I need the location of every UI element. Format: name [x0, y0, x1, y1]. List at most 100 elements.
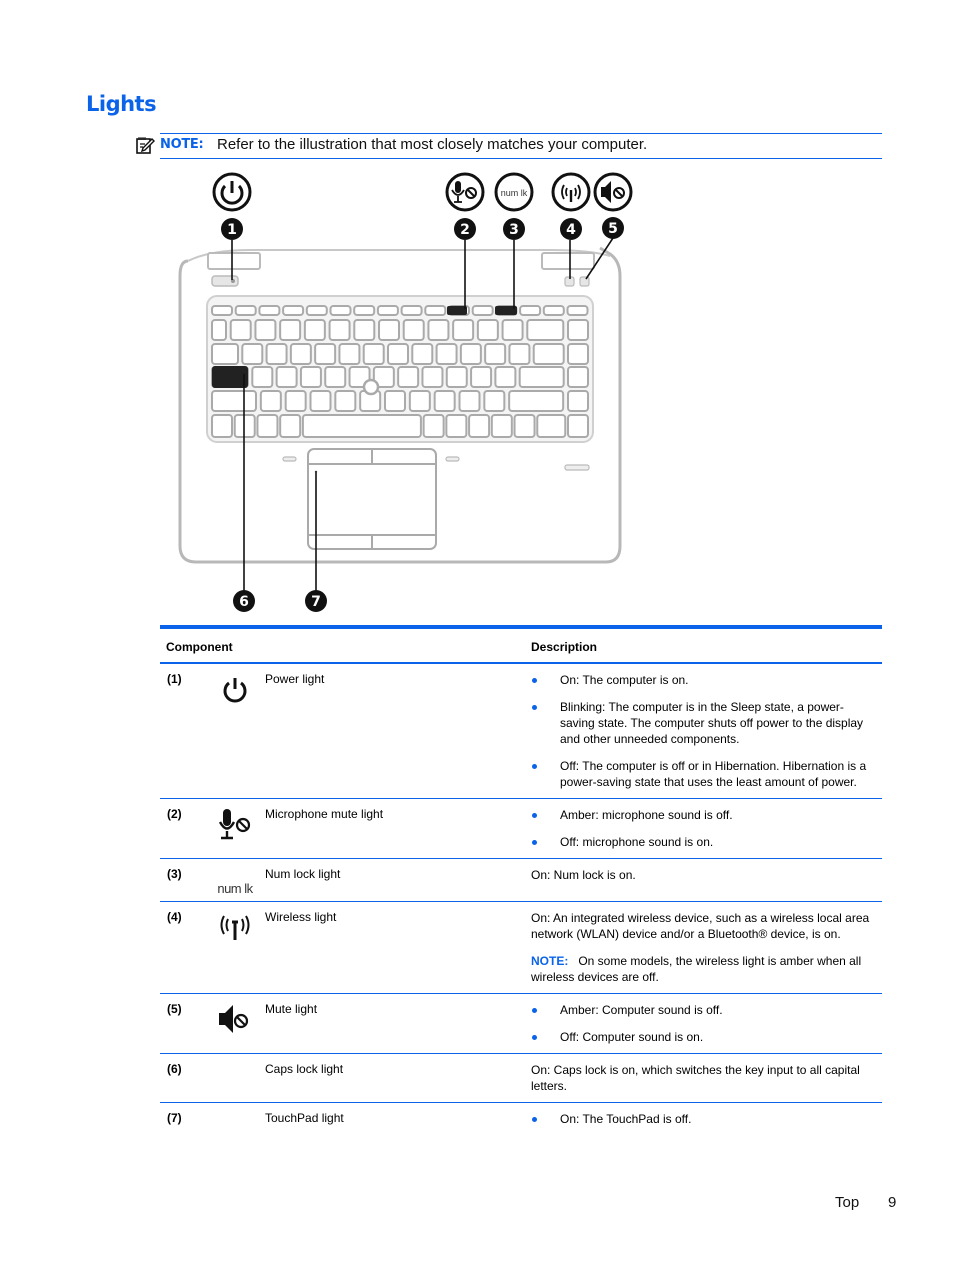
description-item: Off: Computer sound is on. — [531, 1029, 876, 1045]
keyboard-key — [508, 390, 565, 412]
keyboard-key — [567, 366, 589, 388]
keyboard-key — [397, 366, 420, 388]
table-row: (6) Caps lock light On: Caps lock is on, w… — [160, 1054, 882, 1103]
keyboard-key — [526, 319, 565, 341]
keyboard-key — [532, 343, 565, 365]
table-row: (2) Microphone mute light Amber: microphon… — [160, 799, 882, 859]
keyboard-key — [402, 319, 425, 341]
keyboard-key — [303, 319, 326, 341]
table-row: (4) Wireless light On: An integrated wirel… — [160, 902, 882, 994]
keyboard-key — [471, 305, 494, 316]
description-list: On: The TouchPad is off. — [531, 1111, 876, 1127]
keyboard-key — [501, 319, 524, 341]
description-text: On: An integrated wireless device, such … — [531, 911, 870, 941]
keyboard-key — [567, 343, 589, 365]
keyboard-key — [289, 343, 312, 365]
keyboard-key — [376, 305, 399, 316]
keyboard-key — [422, 414, 445, 438]
bullet-icon — [532, 1035, 537, 1040]
keyboard-key — [279, 319, 302, 341]
callout-7: 7 — [305, 590, 327, 612]
callout-number: 5 — [608, 221, 618, 237]
callout-4: 4 — [560, 218, 582, 240]
callout-1: 1 — [221, 218, 243, 240]
component-icon-cell — [207, 902, 265, 994]
hinge-right — [541, 252, 595, 270]
bullet-icon — [532, 764, 537, 769]
wireless-icon — [213, 910, 257, 944]
keyboard-key — [567, 390, 589, 412]
caps-lock-key — [212, 366, 248, 388]
description-item: Off: The computer is off or in Hibernati… — [531, 758, 876, 790]
header-component: Component — [166, 639, 233, 654]
component-name: Power light — [265, 672, 325, 686]
callout-3: 3 — [503, 218, 525, 240]
bullet-icon — [532, 813, 537, 818]
keyboard-key — [301, 414, 422, 438]
component-number: (7) — [167, 1111, 182, 1125]
note-text: On some models, the wireless light is am… — [531, 954, 862, 984]
keyboard-key — [566, 305, 589, 316]
keyboard-key — [353, 319, 376, 341]
keyboard-key — [490, 414, 513, 438]
footer-section: Top — [835, 1194, 860, 1211]
page-number: 9 — [888, 1194, 897, 1211]
keyboard-key — [387, 343, 409, 365]
keyboard-key — [476, 319, 499, 341]
keyboard-key — [284, 390, 307, 412]
table-header-row: Component Description — [160, 627, 882, 663]
keyboard-key — [211, 305, 233, 316]
keyboard-key — [211, 390, 257, 412]
keyboard-key — [328, 319, 351, 341]
keyboard-key — [421, 366, 444, 388]
keyboard-key — [445, 366, 468, 388]
keyboard-key — [433, 390, 456, 412]
component-number: (4) — [167, 910, 182, 924]
component-number: (1) — [167, 672, 182, 686]
components-table: Component Description (1) Power light On: … — [160, 625, 882, 1135]
callout-number: 2 — [460, 222, 470, 238]
keyboard-key — [265, 343, 288, 365]
mic-mute-key — [447, 306, 467, 315]
keyboard-key — [362, 343, 385, 365]
keyboard-key — [229, 319, 252, 341]
component-description: On: An integrated wireless device, such … — [525, 902, 882, 994]
keyboard-key — [400, 305, 423, 316]
component-number: (6) — [167, 1062, 182, 1076]
power-icon — [213, 672, 257, 706]
keyboard-key — [258, 305, 281, 316]
component-name: Mute light — [265, 1002, 318, 1016]
keyboard-key — [211, 343, 239, 365]
speaker-mute-icon — [213, 1002, 257, 1036]
keyboard-key — [483, 390, 506, 412]
keyboard-key — [484, 343, 507, 365]
keyboard-key — [282, 305, 305, 316]
callout-5: 5 — [602, 217, 624, 239]
component-name: Microphone mute light — [265, 807, 384, 821]
component-name: Caps lock light — [265, 1062, 344, 1076]
keyboard-key — [470, 366, 493, 388]
callout-number: 7 — [311, 594, 321, 610]
description-list: Amber: microphone sound is off. Off: micr… — [531, 807, 876, 850]
keyboard-key — [567, 319, 589, 341]
keyboard-key — [519, 305, 542, 316]
component-description: Amber: Computer sound is off. Off: Comput… — [525, 994, 882, 1054]
keyboard-key — [424, 305, 447, 316]
callout-6: 6 — [233, 590, 255, 612]
component-number: (5) — [167, 1002, 182, 1016]
hinge-left — [207, 252, 261, 270]
bullet-icon — [532, 840, 537, 845]
keyboard-key — [275, 366, 298, 388]
keyboard-key — [251, 366, 274, 388]
table-row: (5) Mute light Amber: Computer sound is of… — [160, 994, 882, 1054]
description-item: Amber: Computer sound is off. — [531, 1002, 876, 1018]
note-label: NOTE: — [160, 137, 204, 152]
keyboard-key — [254, 319, 277, 341]
component-description: On: Caps lock is on, which switches the … — [525, 1054, 882, 1103]
component-name: Num lock light — [265, 867, 341, 881]
keyboard-key — [256, 414, 279, 438]
keyboard-key — [567, 414, 589, 438]
component-description: On: The computer is on. Blinking: The com… — [525, 663, 882, 799]
description-text: On: Num lock is on. — [531, 868, 636, 882]
note-text: Refer to the illustration that most clos… — [217, 136, 648, 153]
